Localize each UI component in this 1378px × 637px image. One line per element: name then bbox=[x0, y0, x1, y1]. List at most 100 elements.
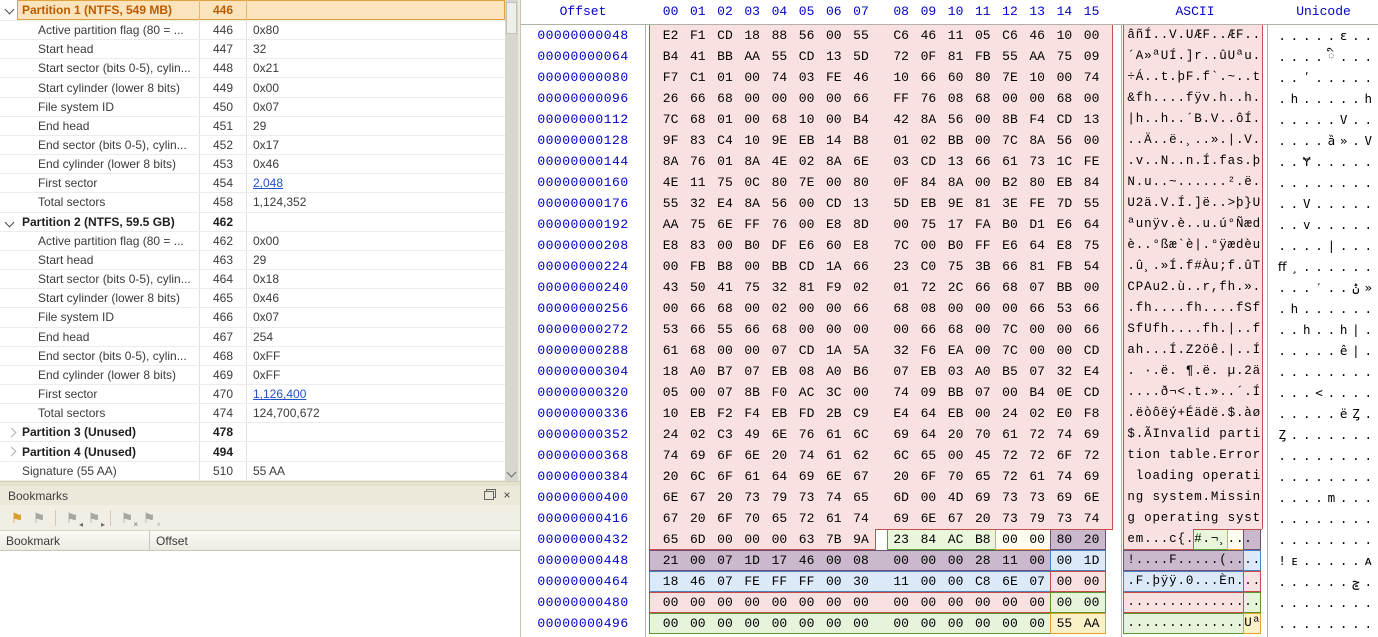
hex-byte-cell[interactable]: 73 bbox=[996, 487, 1023, 508]
unicode-char-cell[interactable]: . bbox=[1350, 361, 1362, 382]
hex-byte-cell[interactable]: 6E bbox=[996, 571, 1023, 592]
ascii-char-cell[interactable]: . bbox=[1236, 361, 1244, 382]
hex-byte-cell[interactable]: 56 bbox=[1051, 130, 1078, 151]
ascii-char-cell[interactable]: Í bbox=[1244, 109, 1252, 130]
hex-byte-cell[interactable]: 68 bbox=[684, 109, 711, 130]
ascii-char-cell[interactable]: . bbox=[1236, 88, 1244, 109]
ascii-char-cell[interactable]: . bbox=[1127, 571, 1135, 592]
unicode-char-cell[interactable]: . bbox=[1325, 445, 1337, 466]
hex-byte-cell[interactable]: B0 bbox=[739, 235, 766, 256]
ascii-char-cell[interactable]: » bbox=[1160, 256, 1168, 277]
hex-byte-cell[interactable]: 07 bbox=[888, 361, 915, 382]
unicode-char-cell[interactable]: . bbox=[1338, 46, 1350, 67]
ascii-char-cell[interactable]: m bbox=[1135, 529, 1143, 550]
hex-byte-cell[interactable]: 75 bbox=[684, 214, 711, 235]
hex-byte-cell[interactable]: 00 bbox=[739, 592, 766, 613]
ascii-char-cell[interactable]: i bbox=[1252, 424, 1260, 445]
ascii-char-cell[interactable]: e bbox=[1160, 508, 1168, 529]
hex-byte-cell[interactable]: 7C bbox=[996, 340, 1023, 361]
hex-byte-cell[interactable]: 00 bbox=[766, 529, 793, 550]
ascii-char-cell[interactable]: h bbox=[1219, 88, 1227, 109]
hex-byte-cell[interactable]: 79 bbox=[1024, 508, 1051, 529]
unicode-char-cell[interactable]: . bbox=[1276, 172, 1288, 193]
hex-byte-cell[interactable]: 6E bbox=[847, 151, 874, 172]
hex-byte-cell[interactable]: 07 bbox=[969, 382, 996, 403]
ascii-char-cell[interactable]: . bbox=[1177, 319, 1185, 340]
ascii-char-cell[interactable]: # bbox=[1194, 256, 1202, 277]
ascii-char-cell[interactable]: u bbox=[1244, 46, 1252, 67]
hex-byte-cell[interactable]: 00 bbox=[739, 340, 766, 361]
ascii-char-cell[interactable]: g bbox=[1135, 487, 1143, 508]
ascii-char-cell[interactable]: Æ bbox=[1227, 25, 1235, 46]
hex-byte-cell[interactable]: 09 bbox=[915, 382, 942, 403]
unicode-char-cell[interactable]: . bbox=[1276, 235, 1288, 256]
ascii-char-cell[interactable]: g bbox=[1211, 508, 1219, 529]
unicode-char-cell[interactable]: ݨ bbox=[1350, 277, 1362, 298]
unicode-char-cell[interactable]: . bbox=[1338, 466, 1350, 487]
ascii-char-cell[interactable]: . bbox=[1160, 613, 1168, 634]
tree-row[interactable]: End sector (bits 0-5), cylin...4520x17 bbox=[0, 136, 505, 155]
ascii-char-cell[interactable]: ¶ bbox=[1185, 361, 1193, 382]
ascii-char-cell[interactable]: . bbox=[1144, 151, 1152, 172]
hex-byte-cell[interactable]: 6E bbox=[1078, 487, 1105, 508]
ascii-char-cell[interactable]: + bbox=[1177, 403, 1185, 424]
hex-byte-cell[interactable]: 72 bbox=[1024, 424, 1051, 445]
ascii-char-cell[interactable]: þ bbox=[1252, 151, 1260, 172]
hex-byte-cell[interactable]: BB bbox=[1051, 277, 1078, 298]
tree-row[interactable]: File system ID4500x07 bbox=[0, 98, 505, 117]
hex-byte-cell[interactable]: 2C bbox=[942, 277, 969, 298]
tree-row[interactable]: Partition 2 (NTFS, 59.5 GB)462 bbox=[0, 213, 505, 232]
ascii-char-cell[interactable]: . bbox=[1135, 382, 1143, 403]
unicode-char-cell[interactable]: . bbox=[1325, 214, 1337, 235]
hex-byte-cell[interactable]: 62 bbox=[847, 445, 874, 466]
ascii-char-cell[interactable]: . bbox=[1152, 592, 1160, 613]
ascii-char-cell[interactable]: . bbox=[1236, 277, 1244, 298]
hex-byte-cell[interactable]: 05 bbox=[657, 382, 684, 403]
ascii-char-cell[interactable]: . bbox=[1144, 592, 1152, 613]
ascii-char-cell[interactable]: . bbox=[1144, 235, 1152, 256]
unicode-char-cell[interactable]: . bbox=[1362, 592, 1374, 613]
hex-byte-cell[interactable]: 72 bbox=[915, 277, 942, 298]
hex-byte-cell[interactable]: 8A bbox=[915, 109, 942, 130]
hex-byte-cell[interactable]: 68 bbox=[942, 319, 969, 340]
hex-byte-cell[interactable]: 00 bbox=[1078, 88, 1105, 109]
ascii-char-cell[interactable]: l bbox=[1194, 445, 1202, 466]
unicode-char-cell[interactable]: . bbox=[1362, 235, 1374, 256]
ascii-char-cell[interactable]: . bbox=[1236, 67, 1244, 88]
ascii-char-cell[interactable]: ú bbox=[1219, 214, 1227, 235]
ascii-char-cell[interactable]: . bbox=[1160, 340, 1168, 361]
hex-byte-cell[interactable]: 65 bbox=[969, 466, 996, 487]
ascii-char-cell[interactable]: þ bbox=[1177, 67, 1185, 88]
unicode-char-cell[interactable]: . bbox=[1288, 529, 1300, 550]
ascii-char-cell[interactable]: U bbox=[1244, 613, 1252, 634]
hex-byte-cell[interactable]: 8B bbox=[739, 382, 766, 403]
ascii-char-cell[interactable]: . bbox=[1169, 214, 1177, 235]
ascii-char-cell[interactable]: æ bbox=[1169, 235, 1177, 256]
hex-byte-cell[interactable]: EB bbox=[915, 361, 942, 382]
unicode-char-cell[interactable]: . bbox=[1313, 214, 1325, 235]
ascii-char-cell[interactable]: . bbox=[1135, 235, 1143, 256]
hex-byte-cell[interactable]: 75 bbox=[942, 256, 969, 277]
unicode-char-cell[interactable]: . bbox=[1301, 613, 1313, 634]
ascii-char-cell[interactable]: a bbox=[1152, 466, 1160, 487]
ascii-char-cell[interactable]: ´ bbox=[1127, 46, 1135, 67]
ascii-char-cell[interactable]: n bbox=[1152, 445, 1160, 466]
ascii-char-cell[interactable]: » bbox=[1211, 382, 1219, 403]
hex-byte-cell[interactable]: 49 bbox=[739, 424, 766, 445]
unicode-char-cell[interactable]: . bbox=[1288, 571, 1300, 592]
hex-byte-cell[interactable]: 7C bbox=[657, 109, 684, 130]
hex-byte-cell[interactable]: 00 bbox=[1024, 319, 1051, 340]
ascii-char-cell[interactable]: i bbox=[1244, 487, 1252, 508]
hex-byte-cell[interactable]: 74 bbox=[847, 508, 874, 529]
hex-byte-cell[interactable]: 00 bbox=[942, 613, 969, 634]
hex-byte-cell[interactable]: 32 bbox=[1051, 361, 1078, 382]
unicode-char-cell[interactable]: . bbox=[1313, 88, 1325, 109]
hex-byte-cell[interactable]: 00 bbox=[1078, 571, 1105, 592]
unicode-char-cell[interactable]: . bbox=[1301, 361, 1313, 382]
unicode-char-cell[interactable]: . bbox=[1301, 382, 1313, 403]
hex-byte-cell[interactable]: F1 bbox=[684, 25, 711, 46]
unicode-char-cell[interactable]: . bbox=[1338, 214, 1350, 235]
hex-byte-cell[interactable]: FE bbox=[1078, 151, 1105, 172]
hex-byte-cell[interactable]: 10 bbox=[739, 130, 766, 151]
hex-byte-cell[interactable]: B0 bbox=[996, 214, 1023, 235]
